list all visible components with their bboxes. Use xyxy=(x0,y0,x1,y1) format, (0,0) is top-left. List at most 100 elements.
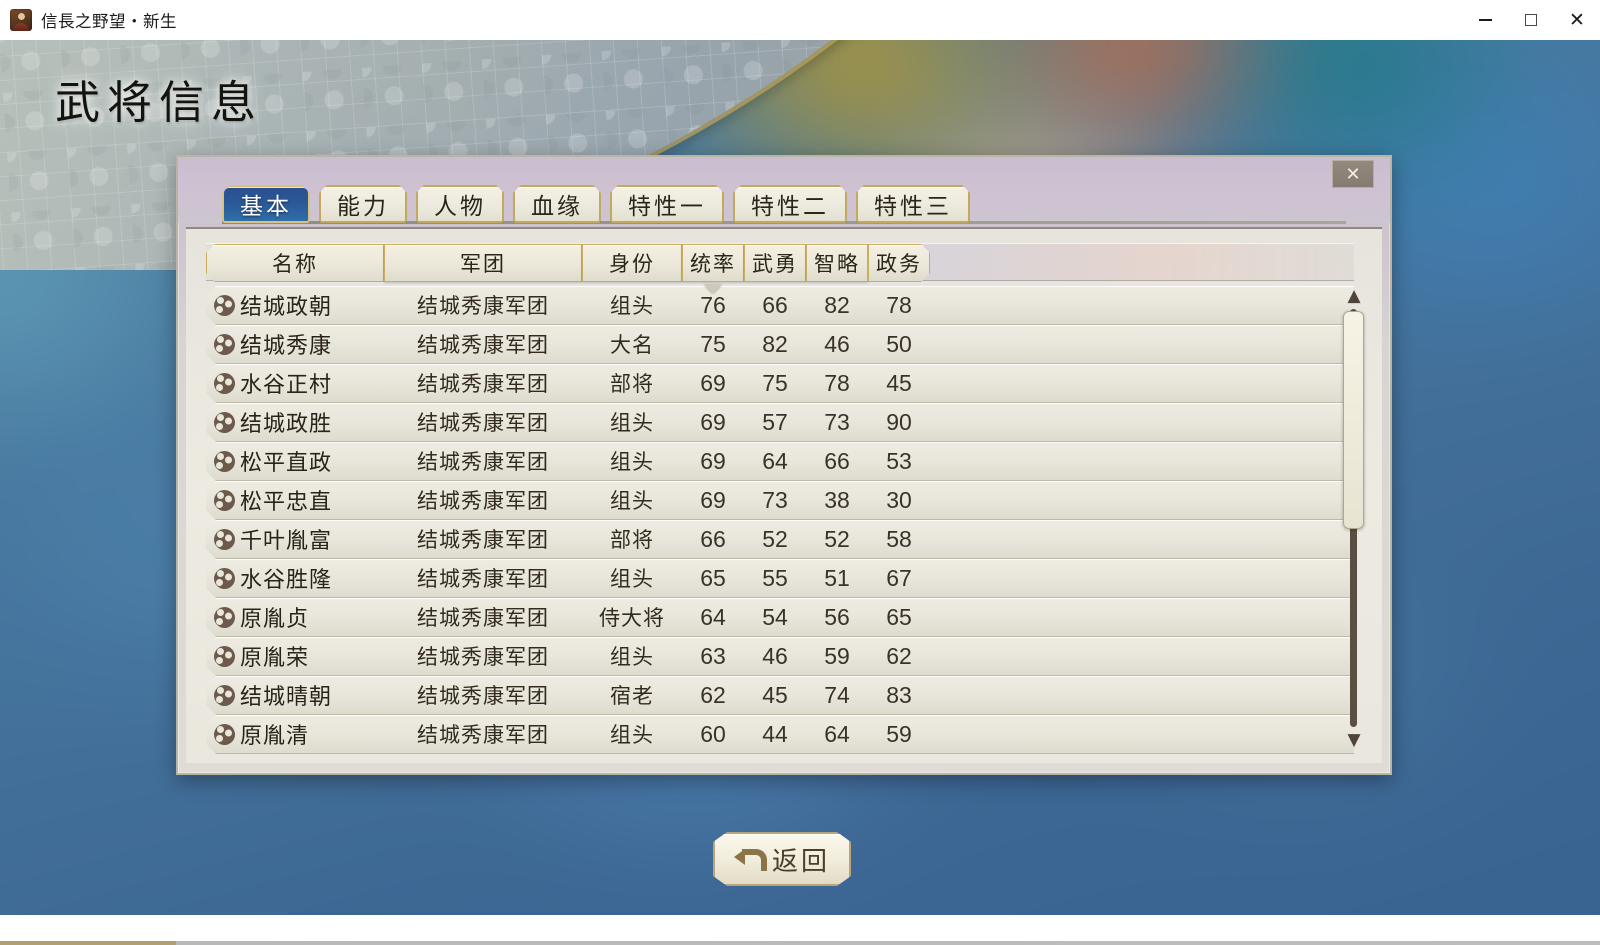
tab-0[interactable]: 基本 xyxy=(222,185,310,223)
cell-name: 松平直政 xyxy=(206,442,384,480)
tab-bar: 基本 能力 人物 血缘 特性一 特性二 特性三 xyxy=(222,185,970,223)
officer-table: 结城政朝 结城秀康军团 组头 76 66 82 78 结城秀康 结城秀康军团 大名 75 82 46 50… xyxy=(206,286,1354,754)
cell-politics: 53 xyxy=(868,442,930,480)
cell-valor: 54 xyxy=(744,598,806,636)
scroll-down-icon[interactable]: ▼ xyxy=(1342,729,1366,751)
stat-leadership: 66 xyxy=(700,525,726,552)
table-header-bar: 名称 军团 身份 统率 武勇 智略 政务 xyxy=(206,243,1354,293)
cell-valor: 66 xyxy=(744,286,806,324)
table-row[interactable]: 原胤清 结城秀康军团 组头 60 44 64 59 xyxy=(206,715,1354,754)
column-header-leadership[interactable]: 统率 xyxy=(682,244,744,293)
window-titlebar: 信長之野望・新生 ✕ xyxy=(0,0,1600,40)
cell-valor: 55 xyxy=(744,559,806,597)
cell-intellect: 59 xyxy=(806,637,868,675)
tab-1[interactable]: 能力 xyxy=(319,185,407,223)
table-row[interactable]: 松平直政 结城秀康军团 组头 69 64 66 53 xyxy=(206,442,1354,481)
cell-intellect: 73 xyxy=(806,403,868,441)
cell-leadership: 64 xyxy=(682,598,744,636)
cell-text-corps: 结城秀康军团 xyxy=(417,489,549,513)
bottom-strip xyxy=(0,915,1600,945)
officer-name: 结城晴朝 xyxy=(240,684,333,709)
cell-name: 原胤贞 xyxy=(206,598,384,636)
table-row[interactable]: 结城政朝 结城秀康军团 组头 76 66 82 78 xyxy=(206,286,1354,325)
close-button[interactable]: ✕ xyxy=(1554,0,1600,40)
table-row[interactable]: 水谷胜隆 结城秀康军团 组头 65 55 51 67 xyxy=(206,559,1354,598)
cell-leadership: 65 xyxy=(682,559,744,597)
mitsudomoe-crest-icon xyxy=(214,373,235,394)
cell-text-corps: 结城秀康军团 xyxy=(417,645,549,669)
column-header-politics[interactable]: 政务 xyxy=(868,244,930,282)
return-button[interactable]: 返回 xyxy=(713,832,851,886)
cell-text-rank: 组头 xyxy=(610,450,654,474)
cell-rank: 组头 xyxy=(582,559,682,597)
cell-politics: 30 xyxy=(868,481,930,519)
cell-valor: 45 xyxy=(744,676,806,714)
column-header-label: 身份 xyxy=(609,252,655,276)
table-row[interactable]: 原胤贞 结城秀康军团 侍大将 64 54 56 65 xyxy=(206,598,1354,637)
tab-6[interactable]: 特性三 xyxy=(856,185,970,223)
maximize-button[interactable] xyxy=(1508,0,1554,40)
window-controls: ✕ xyxy=(1462,0,1600,40)
stat-intellect: 82 xyxy=(824,291,850,318)
stat-valor: 52 xyxy=(762,525,788,552)
cell-corps: 结城秀康军团 xyxy=(384,715,582,753)
stat-leadership: 69 xyxy=(700,447,726,474)
cell-leadership: 66 xyxy=(682,520,744,558)
cell-politics: 65 xyxy=(868,598,930,636)
scrollbar-thumb[interactable] xyxy=(1343,311,1364,529)
column-header-corps[interactable]: 军团 xyxy=(384,244,582,282)
table-row[interactable]: 千叶胤富 结城秀康军团 部将 66 52 52 58 xyxy=(206,520,1354,559)
table-row[interactable]: 松平忠直 结城秀康军团 组头 69 73 38 30 xyxy=(206,481,1354,520)
column-header-name[interactable]: 名称 xyxy=(206,244,384,282)
cell-text-rank: 组头 xyxy=(610,567,654,591)
stat-intellect: 52 xyxy=(824,525,850,552)
column-header-intellect[interactable]: 智略 xyxy=(806,244,868,282)
table-row[interactable]: 水谷正村 结城秀康军团 部将 69 75 78 45 xyxy=(206,364,1354,403)
tab-4[interactable]: 特性一 xyxy=(610,185,724,223)
panel-close-button[interactable]: ✕ xyxy=(1332,160,1374,188)
cell-politics: 45 xyxy=(868,364,930,402)
stat-valor: 73 xyxy=(762,486,788,513)
tab-3[interactable]: 血缘 xyxy=(513,185,601,223)
table-row[interactable]: 原胤荣 结城秀康军团 组头 63 46 59 62 xyxy=(206,637,1354,676)
column-header-rank[interactable]: 身份 xyxy=(582,244,682,282)
cell-intellect: 64 xyxy=(806,715,868,753)
stat-politics: 83 xyxy=(886,681,912,708)
column-header-label: 统率 xyxy=(690,252,736,276)
table-row[interactable]: 结城晴朝 结城秀康军团 宿老 62 45 74 83 xyxy=(206,676,1354,715)
officer-name: 松平忠直 xyxy=(240,489,333,514)
cell-valor: 73 xyxy=(744,481,806,519)
cell-text-rank: 大名 xyxy=(610,333,654,357)
cell-rank: 侍大将 xyxy=(582,598,682,636)
table-row[interactable]: 结城政胜 结城秀康军团 组头 69 57 73 90 xyxy=(206,403,1354,442)
cell-politics: 50 xyxy=(868,325,930,363)
column-header-label: 智略 xyxy=(814,252,860,276)
cell-text-corps: 结城秀康军团 xyxy=(417,606,549,630)
cell-name: 水谷胜隆 xyxy=(206,559,384,597)
cell-corps: 结城秀康军团 xyxy=(384,325,582,363)
mitsudomoe-crest-icon xyxy=(214,490,235,511)
minimize-button[interactable] xyxy=(1462,0,1508,40)
sort-desc-icon xyxy=(704,284,722,293)
scroll-up-icon[interactable]: ▲ xyxy=(1342,285,1366,307)
stat-intellect: 74 xyxy=(824,681,850,708)
stat-intellect: 78 xyxy=(824,369,850,396)
stat-leadership: 64 xyxy=(700,603,726,630)
column-header-valor[interactable]: 武勇 xyxy=(744,244,806,282)
cell-name: 结城政朝 xyxy=(206,286,384,324)
table-scrollbar[interactable]: ▲ ▼ xyxy=(1342,285,1366,751)
stat-leadership: 76 xyxy=(700,291,726,318)
tab-5[interactable]: 特性二 xyxy=(733,185,847,223)
cell-name: 原胤清 xyxy=(206,715,384,753)
stat-valor: 57 xyxy=(762,408,788,435)
tab-2[interactable]: 人物 xyxy=(416,185,504,223)
cell-leadership: 60 xyxy=(682,715,744,753)
officer-name: 结城政朝 xyxy=(240,294,333,319)
stat-politics: 58 xyxy=(886,525,912,552)
stat-intellect: 56 xyxy=(824,603,850,630)
cell-text-corps: 结城秀康军团 xyxy=(417,411,549,435)
maximize-icon xyxy=(1525,14,1537,26)
table-row[interactable]: 结城秀康 结城秀康军团 大名 75 82 46 50 xyxy=(206,325,1354,364)
stat-politics: 50 xyxy=(886,330,912,357)
minimize-icon xyxy=(1478,19,1492,21)
